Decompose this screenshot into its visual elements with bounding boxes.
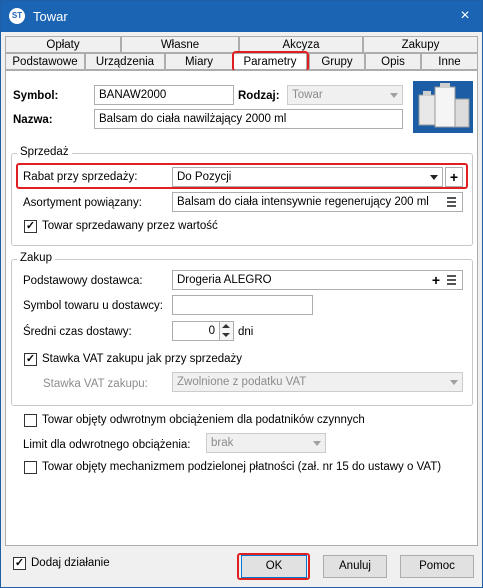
vat-label: Stawka VAT zakupu: xyxy=(43,378,148,390)
add-dostawca-icon[interactable]: + xyxy=(432,273,440,287)
dodaj-label: Dodaj działanie xyxy=(31,557,110,569)
tab-opis[interactable]: Opis xyxy=(365,53,421,70)
app-logo-icon: ST xyxy=(9,8,25,24)
vat-same-label: Stawka VAT zakupu jak przy sprzedaży xyxy=(42,353,243,365)
vat-select[interactable]: Zwolnione z podatku VAT xyxy=(172,372,463,392)
dialog-window: ST Towar × Opłaty Własne Akcyza Zakupy P… xyxy=(0,0,483,588)
dostawca-value: Drogeria ALEGRO xyxy=(177,274,272,286)
asortyment-field[interactable]: Balsam do ciała intensywnie regenerujący… xyxy=(172,192,463,212)
odwrotne-checkbox[interactable] xyxy=(24,414,37,427)
vat-same-checkbox[interactable]: ✓ xyxy=(24,353,37,366)
limit-label: Limit dla odwrotnego obciążenia: xyxy=(23,439,191,451)
close-icon[interactable]: × xyxy=(454,5,476,27)
zakup-title: Zakup xyxy=(17,252,55,264)
rabat-label: Rabat przy sprzedaży: xyxy=(23,171,138,183)
rabat-value: Do Pozycji xyxy=(177,171,232,183)
dostawca-label: Podstawowy dostawca: xyxy=(23,275,143,287)
rabat-select[interactable]: Do Pozycji xyxy=(172,167,443,187)
vat-value: Zwolnione z podatku VAT xyxy=(177,376,307,388)
dodaj-checkbox[interactable]: ✓ xyxy=(13,557,26,570)
czas-dostawy-label: Średni czas dostawy: xyxy=(23,326,132,338)
czas-dostawy-stepper[interactable]: 0 xyxy=(172,321,234,341)
tab-urzadzenia[interactable]: Urządzenia xyxy=(85,53,165,70)
tab-inne[interactable]: Inne xyxy=(421,53,478,70)
nazwa-field[interactable]: Balsam do ciała nawilżający 2000 ml xyxy=(94,109,403,129)
rodzaj-select[interactable]: Towar xyxy=(287,85,403,105)
sprzedaz-title: Sprzedaż xyxy=(17,146,72,158)
czas-dostawy-unit: dni xyxy=(238,326,254,338)
tab-wlasne[interactable]: Własne xyxy=(121,36,239,53)
symbol-field[interactable]: BANAW2000 xyxy=(94,85,234,105)
asortyment-label: Asortyment powiązany: xyxy=(23,197,142,209)
czas-dostawy-value: 0 xyxy=(208,325,215,337)
tab-grupy[interactable]: Grupy xyxy=(309,53,365,70)
rodzaj-value: Towar xyxy=(292,89,323,101)
limit-value: brak xyxy=(211,437,234,449)
chevron-down-icon xyxy=(390,93,398,98)
dostawca-field[interactable]: Drogeria ALEGRO + xyxy=(172,270,463,290)
rodzaj-label: Rodzaj: xyxy=(238,90,280,102)
pomoc-button[interactable]: Pomoc xyxy=(400,555,474,578)
list-icon[interactable] xyxy=(447,275,456,285)
tab-parametry-highlight xyxy=(232,51,309,72)
ok-button[interactable]: OK xyxy=(241,555,307,578)
chevron-down-icon xyxy=(430,175,438,180)
mpp-label: Towar objęty mechanizmem podzielonej pła… xyxy=(42,461,442,473)
tab-zakupy[interactable]: Zakupy xyxy=(363,36,478,53)
symbol-label: Symbol: xyxy=(13,90,59,102)
nazwa-label: Nazwa: xyxy=(13,114,53,126)
product-bottles-image[interactable] xyxy=(413,81,473,133)
window-title: Towar xyxy=(33,9,68,24)
odwrotne-label: Towar objęty odwrotnym obciążeniem dla p… xyxy=(42,414,365,426)
chevron-down-icon xyxy=(450,380,458,385)
tab-oplaty[interactable]: Opłaty xyxy=(5,36,121,53)
chevron-down-icon xyxy=(313,441,321,446)
symbol-dostawcy-field[interactable] xyxy=(172,295,313,315)
asortyment-value: Balsam do ciała intensywnie regenerujący… xyxy=(177,196,429,208)
rabat-add-button[interactable]: + xyxy=(445,167,463,187)
symbol-dostawcy-label: Symbol towaru u dostawcy: xyxy=(23,300,163,312)
tab-podstawowe[interactable]: Podstawowe xyxy=(5,53,85,70)
list-icon[interactable] xyxy=(447,197,456,207)
title-bar: ST Towar × xyxy=(1,1,482,32)
tab-miary[interactable]: Miary xyxy=(165,53,233,70)
wartosc-checkbox[interactable]: ✓ xyxy=(24,220,37,233)
stepper-arrows-icon[interactable] xyxy=(219,322,233,340)
mpp-checkbox[interactable] xyxy=(24,461,37,474)
anuluj-button[interactable]: Anuluj xyxy=(323,555,387,578)
limit-select[interactable]: brak xyxy=(206,433,326,453)
wartosc-label: Towar sprzedawany przez wartość xyxy=(42,220,218,232)
